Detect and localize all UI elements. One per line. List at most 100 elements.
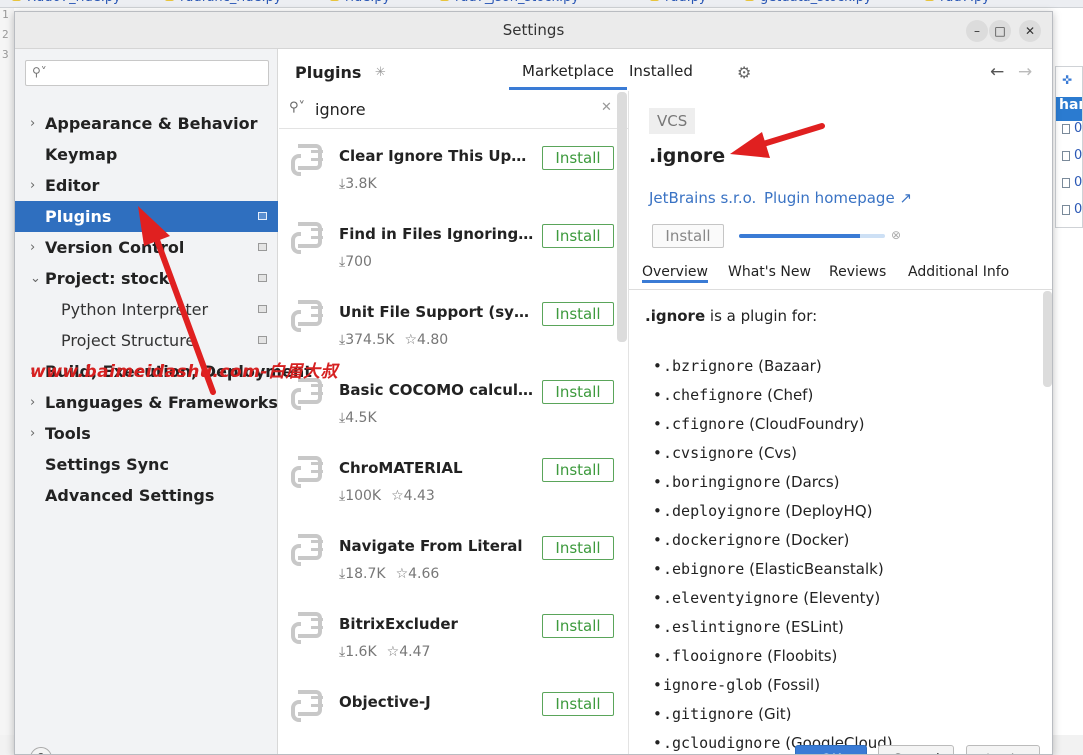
install-button[interactable]: Install (542, 614, 614, 638)
plugin-search-input[interactable]: ignore (315, 100, 366, 119)
maximize-button[interactable]: □ (989, 20, 1011, 42)
cancel-install-icon[interactable]: ⊗ (891, 228, 901, 242)
tab-whats-new[interactable]: What's New (728, 264, 811, 280)
detail-scrollbar[interactable] (1043, 291, 1052, 387)
install-button[interactable]: Install (542, 224, 614, 248)
install-button[interactable]: Install (542, 458, 614, 482)
tab-installed[interactable]: Installed (629, 62, 693, 90)
settings-search-input[interactable]: ⚲˅ (25, 60, 269, 86)
plugin-plug-icon (289, 686, 325, 726)
install-button[interactable]: Install (542, 302, 614, 326)
apply-button[interactable]: Apply (966, 745, 1040, 754)
ide-file-tab[interactable]: rddfunc_ride.py (165, 0, 282, 5)
ignore-file-name: .dockerignore (663, 531, 781, 549)
sidebar-item-tools[interactable]: › Tools (15, 418, 278, 449)
install-button[interactable]: Install (542, 536, 614, 560)
sidebar-item-project-stock[interactable]: ⌄ Project: stock (15, 263, 278, 294)
bullet-icon: • (653, 560, 662, 578)
back-arrow-icon[interactable]: ← (990, 62, 1004, 82)
file-icon (1062, 150, 1070, 161)
sidebar-item-advanced-settings[interactable]: Advanced Settings (15, 480, 278, 511)
bullet-icon: • (653, 531, 662, 549)
forward-arrow-icon[interactable]: → (1018, 62, 1032, 82)
plugin-list-item[interactable]: Unit File Support (syste… ⤓374.5K ☆4.80 Ins… (279, 286, 615, 364)
clear-search-icon[interactable]: ✕ (601, 100, 612, 115)
sidebar-item-version-control[interactable]: › Version Control (15, 232, 278, 263)
ide-file-tab[interactable]: ride.py (330, 0, 390, 5)
sidebar-item-keymap[interactable]: Keymap (15, 139, 278, 170)
ignore-file-name: .chefignore (663, 386, 763, 404)
bullet-icon: • (653, 357, 662, 375)
plugin-meta: ⤓374.5K ☆4.80 (339, 332, 448, 348)
popup-row-label: 0 (1074, 175, 1083, 190)
popup-row[interactable]: 0 (1056, 202, 1082, 227)
plugin-list-item[interactable]: ChroMATERIAL ⤓100K ☆4.43 Install (279, 442, 615, 520)
ide-file-tab[interactable]: getdata_stock.py (745, 0, 872, 5)
tab-reviews[interactable]: Reviews (829, 264, 886, 280)
install-button[interactable]: Install (542, 380, 614, 404)
rating-value: 4.43 (403, 488, 435, 504)
chevron-right-icon[interactable]: › (30, 387, 35, 418)
python-file-icon (440, 0, 449, 1)
chevron-right-icon[interactable]: › (30, 170, 35, 201)
bullet-icon: • (653, 473, 662, 491)
popup-row[interactable]: 0 (1056, 121, 1082, 148)
python-file-icon (12, 0, 21, 1)
plugin-list-item[interactable]: Objective-J Install (279, 676, 615, 754)
sidebar-item-settings-sync[interactable]: Settings Sync (15, 449, 278, 480)
sidebar-item-project-structure[interactable]: Project Structure (15, 325, 278, 356)
gear-icon[interactable]: ⚙ (737, 63, 751, 82)
plugin-homepage-link[interactable]: Plugin homepage ↗ (764, 189, 912, 207)
close-button[interactable]: ✕ (1019, 20, 1041, 42)
ide-file-tab[interactable]: rdd7.py (925, 0, 990, 5)
minimize-button[interactable]: – (966, 20, 988, 42)
plugin-name: Unit File Support (syste… (339, 303, 535, 321)
sidebar-item-label: Tools (45, 424, 91, 443)
sidebar-item-python-interpreter[interactable]: Python Interpreter (15, 294, 278, 325)
download-count: 374.5K (345, 332, 395, 348)
chevron-right-icon[interactable]: › (30, 108, 35, 139)
tab-additional-info[interactable]: Additional Info (908, 264, 1009, 280)
ignore-file-name: .deployignore (663, 502, 781, 520)
plugin-list-item[interactable]: BitrixExcluder ⤓1.6K ☆4.47 Install (279, 598, 615, 676)
popup-row[interactable]: 0 (1056, 148, 1082, 175)
plugin-list-scrollbar[interactable] (617, 92, 627, 342)
chevron-right-icon[interactable]: › (30, 418, 35, 449)
plugin-name: Find in Files Ignoring W… (339, 225, 535, 243)
ide-file-tab[interactable]: Rdd07_ride.py (12, 0, 121, 5)
install-progress-bar (739, 234, 885, 238)
ignore-file-name: .ebignore (663, 560, 745, 578)
sidebar-item-editor[interactable]: › Editor (15, 170, 278, 201)
tab-overview[interactable]: Overview (642, 264, 708, 283)
sidebar-item-languages-frameworks[interactable]: › Languages & Frameworks (15, 387, 278, 418)
bullet-icon: • (653, 705, 662, 723)
plugin-list-item[interactable]: Find in Files Ignoring W… ⤓700 Install (279, 208, 615, 286)
plugin-name: Navigate From Literal (339, 537, 523, 555)
chevron-right-icon[interactable]: › (30, 232, 35, 263)
ide-side-popup: ✜ hang 0 0 0 0 (1055, 66, 1083, 228)
sidebar-item-label: Editor (45, 176, 100, 195)
sidebar-item-plugins[interactable]: Plugins (15, 201, 278, 232)
dialog-titlebar[interactable]: Settings – □ ✕ (15, 12, 1052, 49)
plugin-search[interactable]: ⚲˅ ignore ✕ (279, 91, 628, 129)
plugin-list-item[interactable]: Navigate From Literal ⤓18.7K ☆4.66 Install (279, 520, 615, 598)
star-icon: ☆ (386, 644, 400, 660)
vendor-link[interactable]: JetBrains s.r.o. (649, 189, 756, 207)
install-button[interactable]: Install (542, 146, 614, 170)
sidebar-item-appearance-behavior[interactable]: › Appearance & Behavior (15, 108, 278, 139)
ide-file-tab[interactable]: rdd7_json_stock.py (440, 0, 579, 5)
detail-install-button[interactable]: Install (652, 224, 724, 248)
popup-row[interactable]: 0 (1056, 175, 1082, 202)
tab-marketplace[interactable]: Marketplace (509, 62, 627, 90)
file-icon (1062, 177, 1070, 188)
plugin-list-item[interactable]: Clear Ignore This Update ⤓3.8K Install (279, 130, 615, 208)
rating-value: 4.66 (408, 566, 440, 582)
search-icon: ⚲˅ (289, 100, 306, 115)
file-icon (1062, 123, 1070, 134)
ide-file-tab[interactable]: rdd.py (650, 0, 707, 5)
install-button[interactable]: Install (542, 692, 614, 716)
cancel-button[interactable]: Cancel (878, 745, 954, 754)
chevron-down-icon[interactable]: ⌄ (30, 263, 41, 294)
ok-button[interactable]: OK (795, 745, 867, 754)
line-number: 3 (2, 48, 9, 61)
